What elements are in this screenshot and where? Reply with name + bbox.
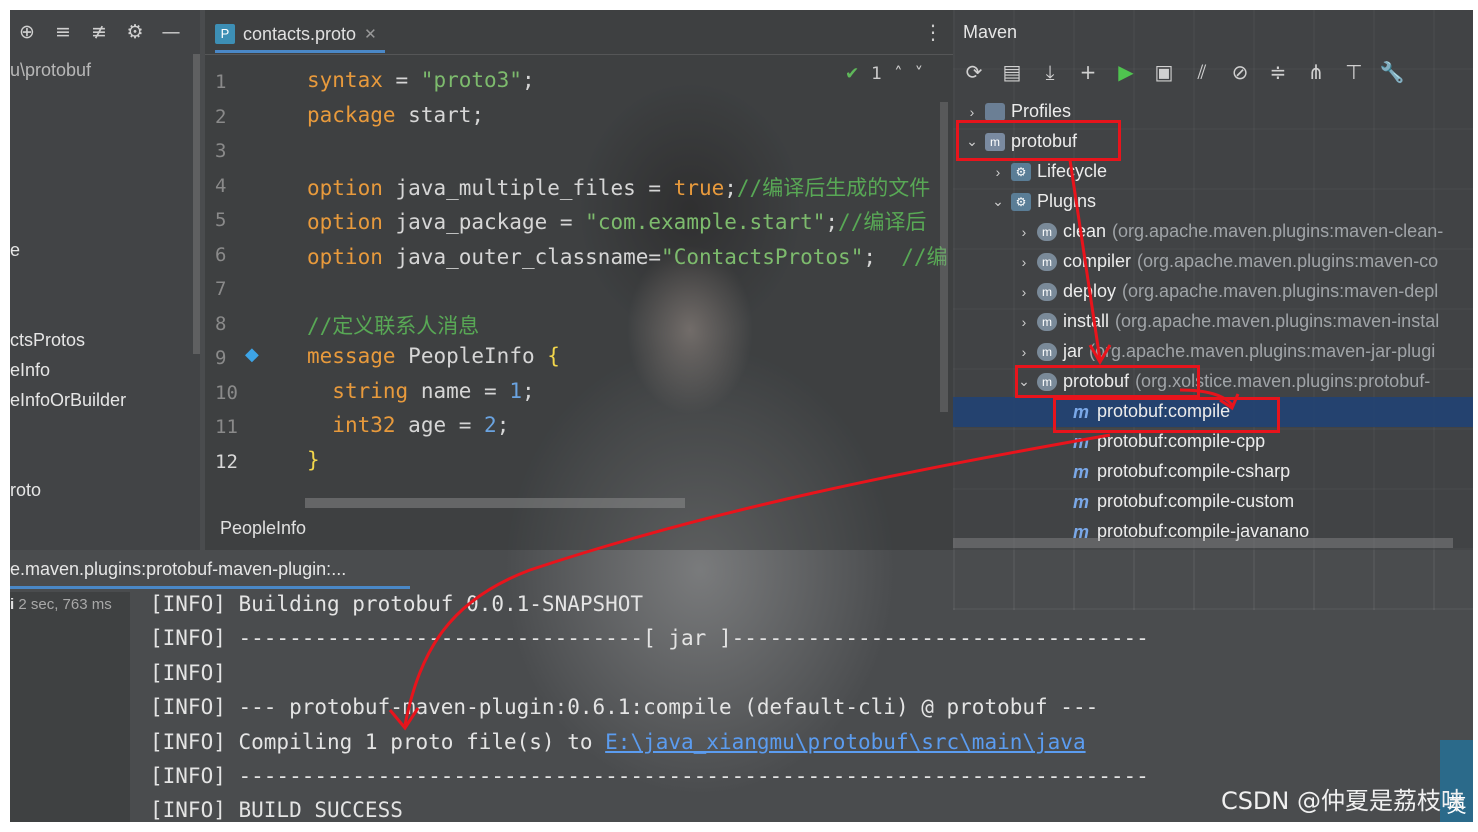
annotation-arrow-to-console [403, 433, 1111, 726]
annotation-arrow [1068, 159, 1102, 361]
annotation-arrows [388, 159, 1240, 731]
watermark: CSDN @仲夏是荔枝味 [1220, 787, 1465, 815]
ide-window: ⊕ ≡ ≢ ⚙ — u\protobuf e ctsProtos eInfo e… [10, 10, 1473, 822]
annotation-arrowhead [388, 707, 420, 731]
